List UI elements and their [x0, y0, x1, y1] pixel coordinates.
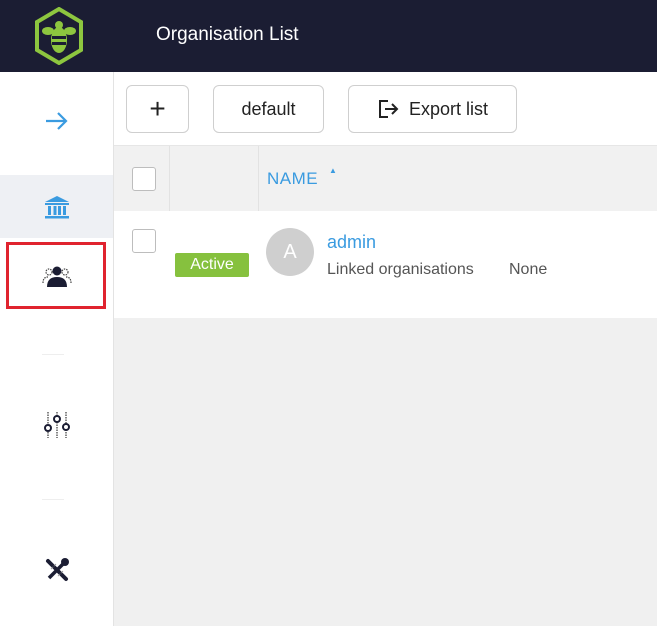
highlight-frame [6, 242, 106, 309]
export-list-button[interactable]: Export list [348, 85, 517, 133]
row-checkbox[interactable] [132, 229, 156, 253]
column-divider [169, 146, 170, 212]
select-all-checkbox[interactable] [132, 167, 156, 191]
toolbar: + default Export list [114, 72, 657, 145]
sidebar-item-tools[interactable] [0, 537, 113, 602]
linked-organisations-label: Linked organisations [327, 261, 474, 278]
avatar: A [266, 228, 314, 276]
main-content: + default Export list NAME ▲ Active A ad… [114, 72, 657, 626]
sidebar-item-expand[interactable] [0, 90, 113, 152]
sidebar-item-settings[interactable] [0, 392, 113, 457]
default-filter-label: default [241, 98, 296, 119]
table-row[interactable]: Active A admin Linked organisations None [114, 211, 657, 318]
linked-organisations-value: None [509, 261, 548, 278]
table-header: NAME ▲ [114, 145, 657, 212]
sidebar-divider [42, 354, 64, 355]
sliders-icon [43, 411, 70, 438]
bank-icon [44, 195, 69, 218]
bee-logo-icon[interactable] [33, 7, 85, 65]
top-bar: Organisation List [0, 0, 657, 72]
status-badge: Active [175, 253, 249, 277]
sidebar-divider [42, 499, 64, 500]
name-column-header[interactable]: NAME [267, 169, 318, 189]
sidebar-item-organisations[interactable] [0, 175, 113, 238]
tools-icon [45, 557, 69, 581]
sidebar [0, 72, 114, 626]
sort-asc-icon[interactable]: ▲ [329, 166, 337, 175]
add-button[interactable]: + [126, 85, 189, 133]
export-icon [377, 99, 399, 119]
arrow-right-icon [45, 112, 68, 130]
organisation-name-link[interactable]: admin [327, 232, 376, 253]
page-title: Organisation List [156, 24, 299, 45]
default-filter-button[interactable]: default [213, 85, 324, 133]
column-divider [258, 146, 259, 212]
export-list-label: Export list [408, 98, 489, 119]
